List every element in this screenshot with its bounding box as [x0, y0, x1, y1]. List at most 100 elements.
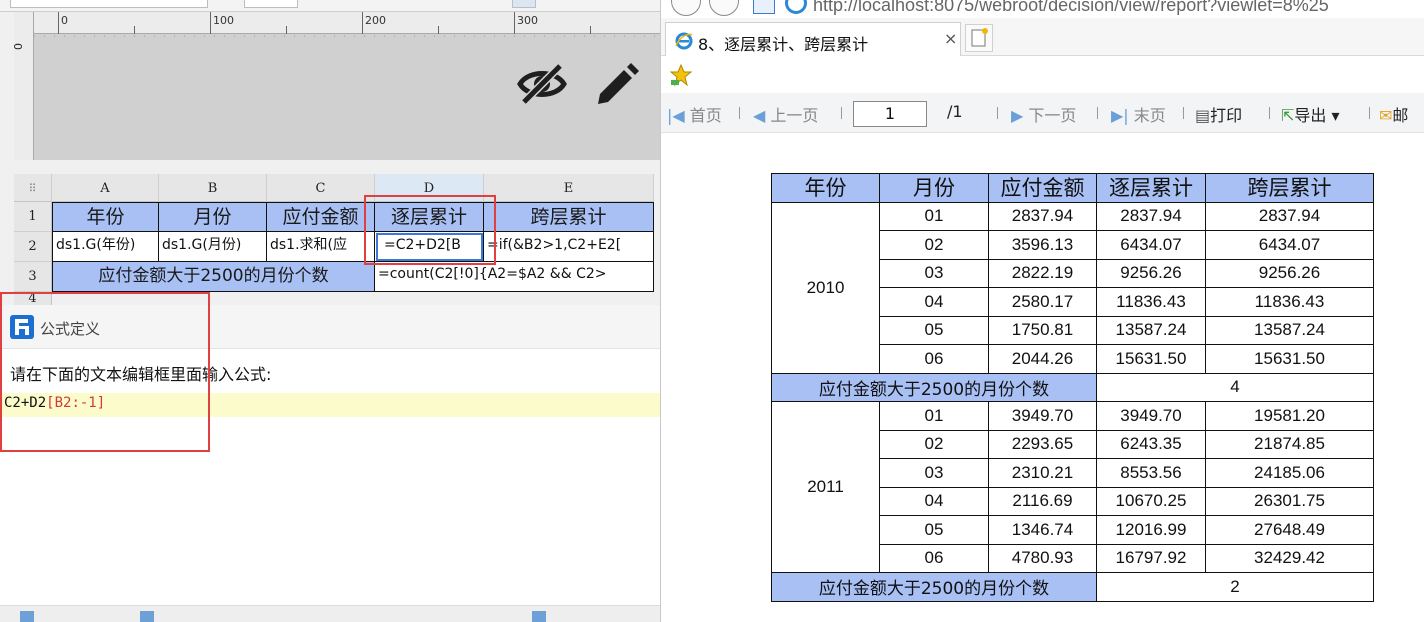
- align-button[interactable]: [512, 0, 536, 8]
- print-button[interactable]: ▤打印: [1195, 102, 1242, 126]
- column-header-a[interactable]: A: [52, 174, 159, 202]
- ruler-tick-label: 0: [12, 43, 25, 50]
- amount-cell: 1750.81: [988, 315, 1097, 345]
- cell-d3[interactable]: =count(C2[!0]{A2=$A2 && C2>: [375, 262, 654, 292]
- amount-cell: 2837.94: [988, 201, 1097, 231]
- month-cell: 04: [879, 287, 989, 317]
- cross-cum-cell: 6434.07: [1205, 230, 1374, 260]
- total-pages: /1: [947, 102, 963, 121]
- pencil-icon[interactable]: [594, 60, 640, 106]
- cross-cum-cell: 13587.24: [1205, 315, 1374, 345]
- favorites-star-icon[interactable]: [669, 63, 693, 87]
- amount-cell: 2822.19: [988, 258, 1097, 288]
- cell-b2[interactable]: ds1.G(月份): [159, 232, 267, 262]
- layer-cum-cell: 9256.26: [1096, 258, 1206, 288]
- month-cell: 01: [879, 201, 989, 231]
- cell-b1[interactable]: 月份: [159, 202, 267, 232]
- last-page-button[interactable]: ▶| 末页: [1111, 102, 1166, 126]
- report-designer: 0 100 200 300 0 ⠿ A B C D E 1 2 3 4 年份 月…: [0, 0, 660, 622]
- mail-icon: ✉: [1379, 106, 1393, 125]
- amount-cell: 2580.17: [988, 287, 1097, 317]
- font-select[interactable]: [10, 0, 208, 8]
- layer-cum-cell: 11836.43: [1096, 287, 1206, 317]
- tab-report[interactable]: 8、逐层累计、跨层累计 ×: [665, 22, 961, 56]
- table-row: 2011 01 3949.70 3949.70 19581.20: [771, 401, 1374, 573]
- new-tab-button[interactable]: [965, 24, 993, 52]
- row-header-3[interactable]: 3: [14, 262, 52, 292]
- layer-cum-cell: 2837.94: [1096, 201, 1206, 231]
- prev-page-icon: ◀: [753, 106, 766, 125]
- last-page-icon: ▶|: [1111, 106, 1129, 125]
- print-label: 打印: [1210, 106, 1243, 125]
- column-header-c[interactable]: C: [267, 174, 375, 202]
- checkbox-icon[interactable]: [532, 611, 546, 622]
- ruler-tick-label: 300: [517, 14, 538, 27]
- row-header-2[interactable]: 2: [14, 232, 52, 262]
- close-tab-icon[interactable]: ×: [944, 29, 957, 48]
- ruler-tick-label: 0: [61, 14, 68, 27]
- month-cell: 06: [879, 543, 989, 573]
- first-page-icon: |◀: [667, 106, 685, 125]
- layer-cum-cell: 10670.25: [1096, 486, 1206, 516]
- spreadsheet-grid: ⠿ A B C D E 1 2 3 4 年份 月份 应付金额 逐层累计 跨层累计…: [14, 174, 660, 306]
- prev-page-button[interactable]: ◀ 上一页: [753, 102, 818, 126]
- highlight-box-formula: [0, 292, 210, 452]
- summary-row: 应付金额大于2500的月份个数 2: [771, 572, 1374, 602]
- cell-c1[interactable]: 应付金额: [267, 202, 375, 232]
- amount-cell: 2310.21: [988, 458, 1097, 488]
- mail-button[interactable]: ✉邮: [1379, 102, 1408, 126]
- forward-button[interactable]: [709, 0, 739, 16]
- next-page-label: 下一页: [1028, 106, 1077, 125]
- cell-c2[interactable]: ds1.求和(应: [267, 232, 375, 262]
- amount-cell: 1346.74: [988, 515, 1097, 545]
- cell-e2[interactable]: =if(&B2>1,C2+E2[: [484, 232, 654, 262]
- security-icon[interactable]: [753, 0, 775, 14]
- prev-page-label: 上一页: [770, 106, 819, 125]
- header-year: 年份: [771, 173, 880, 203]
- cross-cum-cell: 21874.85: [1205, 429, 1374, 459]
- month-cell: 02: [879, 429, 989, 459]
- font-size-select[interactable]: [244, 0, 298, 8]
- export-button[interactable]: ⇱导出 ▾: [1281, 102, 1340, 126]
- first-page-label: 首页: [689, 106, 722, 125]
- cross-cum-cell: 26301.75: [1205, 486, 1374, 516]
- page-number-input[interactable]: 1: [853, 101, 927, 127]
- layer-cum-cell: 15631.50: [1096, 344, 1206, 374]
- row-header-1[interactable]: 1: [14, 202, 52, 232]
- year-cell: 2011: [771, 401, 880, 573]
- cell-a1[interactable]: 年份: [52, 202, 159, 232]
- cross-cum-cell: 27648.49: [1205, 515, 1374, 545]
- url-input[interactable]: http://localhost:8075/webroot/decision/v…: [813, 0, 1329, 16]
- new-tab-icon: [971, 28, 988, 47]
- checkbox-icon[interactable]: [20, 611, 34, 622]
- cell-a3-merged[interactable]: 应付金额大于2500的月份个数: [52, 262, 375, 292]
- column-header-e[interactable]: E: [484, 174, 654, 202]
- cross-cum-cell: 24185.06: [1205, 458, 1374, 488]
- cross-cum-cell: 19581.20: [1205, 401, 1374, 431]
- layer-cum-cell: 3949.70: [1096, 401, 1206, 431]
- horizontal-ruler: 0 100 200 300: [14, 12, 660, 34]
- eye-off-icon[interactable]: [516, 62, 568, 106]
- checkbox-icon[interactable]: [140, 611, 154, 622]
- next-page-button[interactable]: ▶ 下一页: [1011, 102, 1076, 126]
- amount-cell: 2044.26: [988, 344, 1097, 374]
- vertical-ruler: 0: [12, 12, 34, 160]
- amount-cell: 4780.93: [988, 543, 1097, 573]
- layer-cum-cell: 12016.99: [1096, 515, 1206, 545]
- select-all-corner[interactable]: ⠿: [14, 174, 52, 202]
- report-table: 年份 月份 应付金额 逐层累计 跨层累计 2010 01 2837.94 283…: [771, 173, 1374, 602]
- summary-value: 4: [1096, 372, 1374, 402]
- layer-cum-cell: 13587.24: [1096, 315, 1206, 345]
- last-page-label: 末页: [1133, 106, 1166, 125]
- cell-e1[interactable]: 跨层累计: [484, 202, 654, 232]
- column-header-b[interactable]: B: [159, 174, 267, 202]
- month-cell: 05: [879, 515, 989, 545]
- first-page-button[interactable]: |◀ 首页: [667, 102, 722, 126]
- cell-a2[interactable]: ds1.G(年份): [52, 232, 159, 262]
- tab-strip: 8、逐层累计、跨层累计 ×: [661, 18, 1424, 56]
- back-button[interactable]: [671, 0, 701, 16]
- month-cell: 06: [879, 344, 989, 374]
- tab-title: 8、逐层累计、跨层累计: [698, 35, 869, 54]
- amount-cell: 2293.65: [988, 429, 1097, 459]
- amount-cell: 3949.70: [988, 401, 1097, 431]
